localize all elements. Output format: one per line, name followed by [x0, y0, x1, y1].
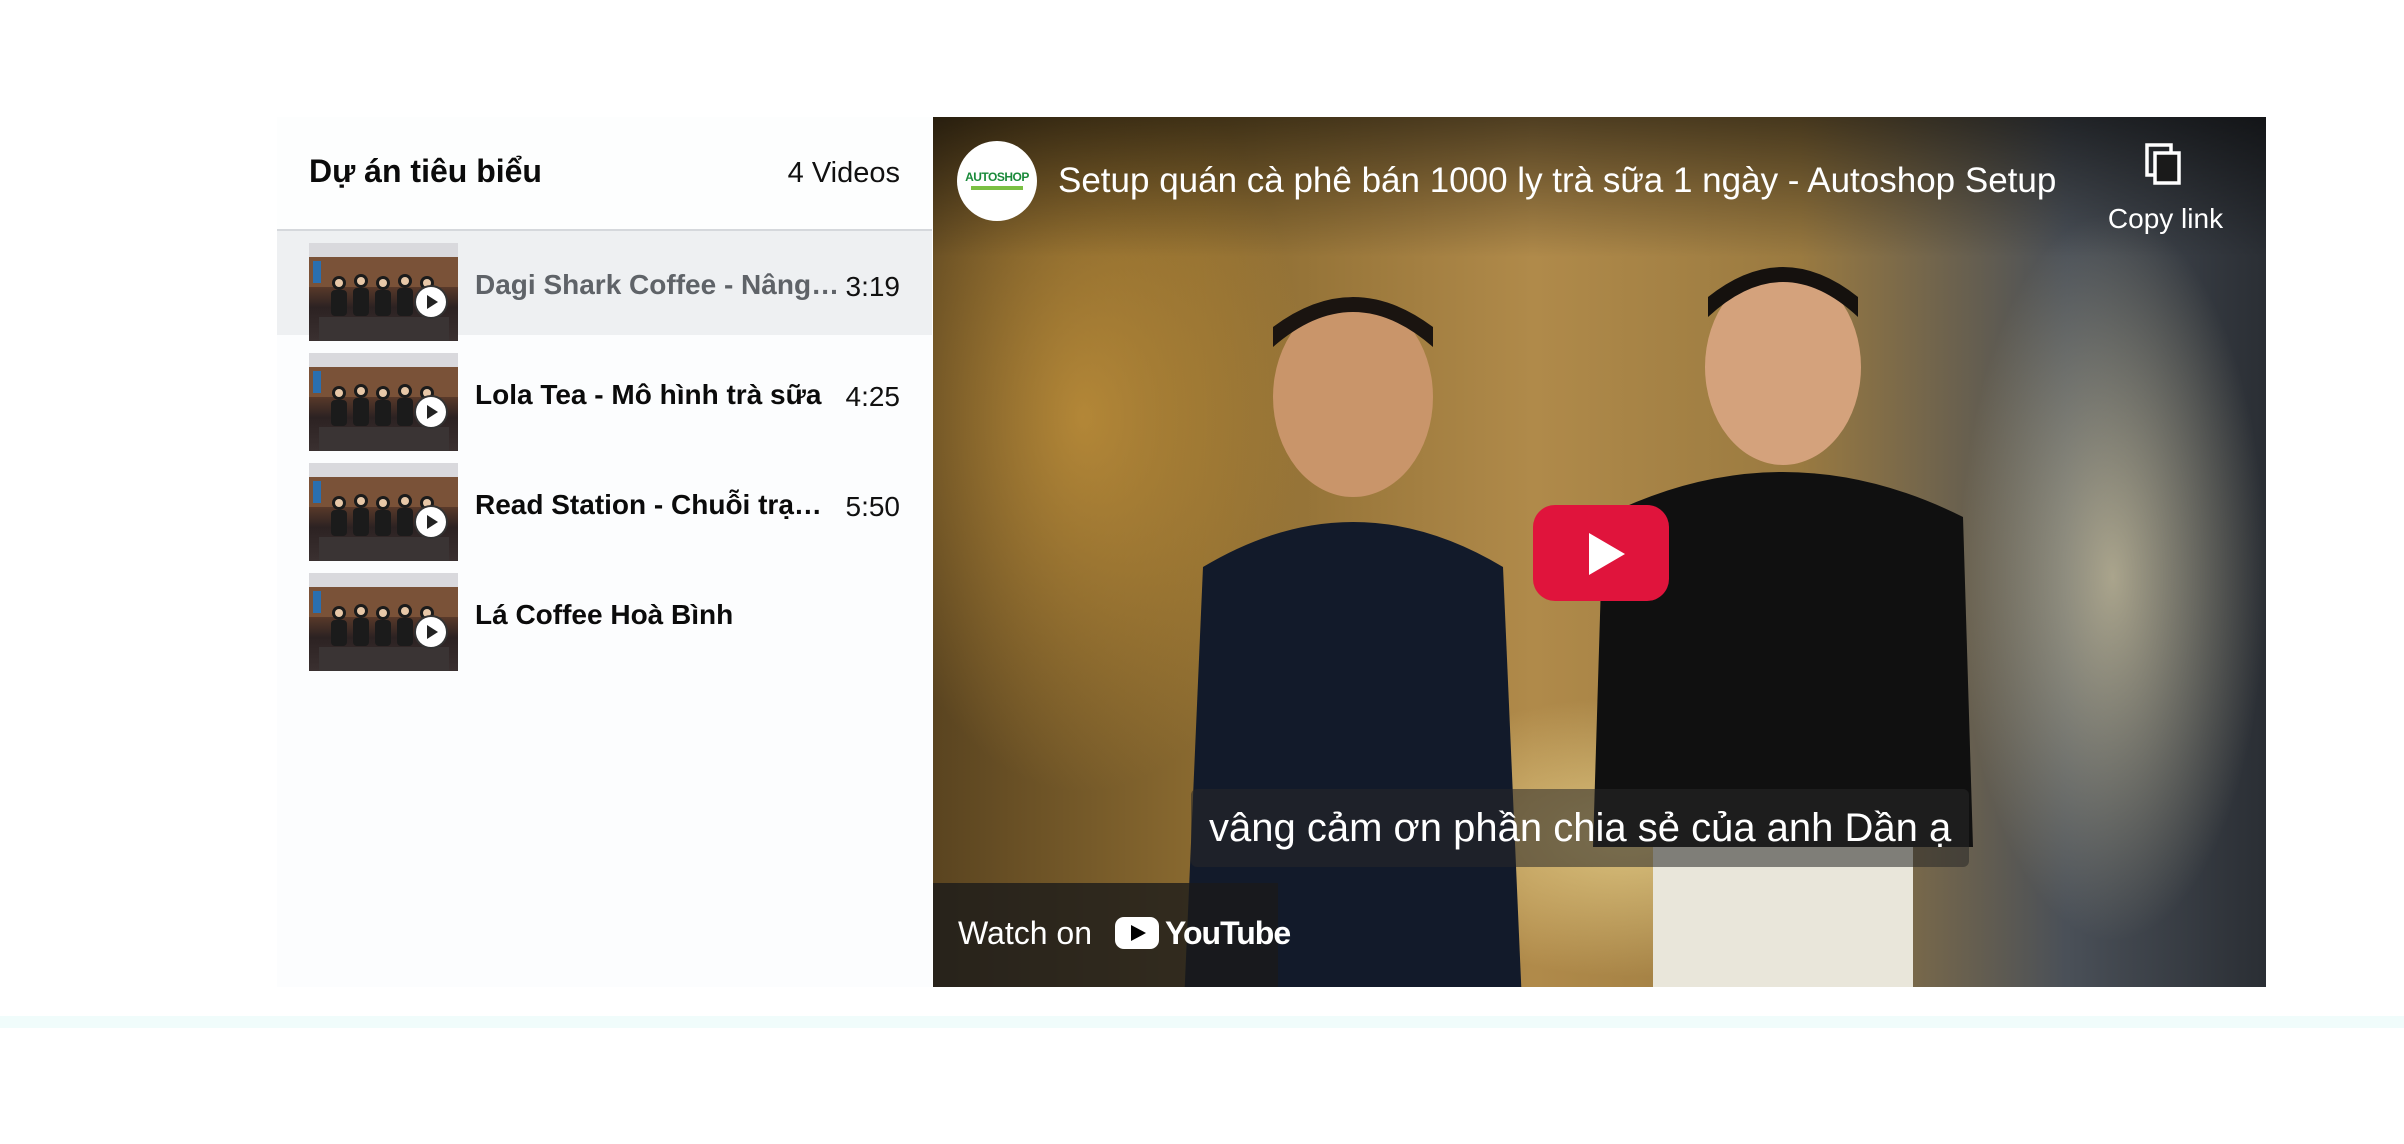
playlist-item-title: Lá Coffee Hoà Bình	[475, 599, 734, 630]
video-subtitle: vâng cảm ơn phần chia sẻ của anh Dần ạ	[1191, 789, 1970, 867]
play-icon	[416, 397, 446, 427]
video-player[interactable]: AUTOSHOP Setup quán cà phê bán 1000 ly t…	[933, 117, 2266, 987]
channel-logo[interactable]: AUTOSHOP	[957, 141, 1037, 221]
playlist-item[interactable]: Lola Tea - Mô hình trà sữa 4:25	[277, 341, 932, 451]
play-icon	[416, 617, 446, 647]
playlist-item-duration: 5:50	[845, 491, 901, 522]
playlist-item[interactable]: Read Station - Chuỗi trạm đọc 5:50	[277, 451, 932, 561]
playlist-video-count: 4 Videos	[787, 157, 900, 189]
watch-on-youtube-button[interactable]: Watch on YouTube	[933, 883, 1291, 987]
video-frame-person-right	[1593, 267, 1973, 987]
page-bottom-band	[0, 1016, 2404, 1028]
youtube-play-icon	[1115, 917, 1159, 949]
video-thumbnail	[309, 353, 458, 451]
playlist-item-title: Dagi Shark Coffee - Nâng tầm trải nghiệm	[475, 269, 845, 300]
copy-link-icon[interactable]	[2143, 143, 2183, 187]
play-icon	[416, 507, 446, 537]
playlist-item[interactable]: Dagi Shark Coffee - Nâng tầm trải nghiệm…	[277, 231, 932, 341]
playlist-item[interactable]: Lá Coffee Hoà Bình	[277, 561, 932, 671]
copy-link-label[interactable]: Copy link	[2098, 203, 2233, 235]
video-frame-person-left	[1184, 297, 1522, 987]
video-title[interactable]: Setup quán cà phê bán 1000 ly trà sữa 1 …	[1058, 161, 2078, 201]
youtube-wordmark: YouTube	[1165, 915, 1291, 951]
playlist-item-title: Lola Tea - Mô hình trà sữa	[475, 379, 822, 410]
playlist-item-duration: 4:25	[845, 381, 901, 412]
playlist-panel: Dự án tiêu biểu 4 Videos Dagi Shark Coff…	[277, 117, 932, 987]
watch-on-label: Watch on	[958, 915, 1092, 951]
playlist-item-duration: 3:19	[845, 271, 901, 302]
video-thumbnail	[309, 243, 458, 341]
playlist-item-title: Read Station - Chuỗi trạm đọc	[475, 489, 845, 520]
play-button[interactable]	[1533, 505, 1669, 601]
play-icon	[416, 287, 446, 317]
playlist-title: Dự án tiêu biểu	[309, 153, 542, 189]
video-thumbnail	[309, 463, 458, 561]
video-thumbnail	[309, 573, 458, 671]
playlist-header: Dự án tiêu biểu 4 Videos	[277, 117, 932, 231]
